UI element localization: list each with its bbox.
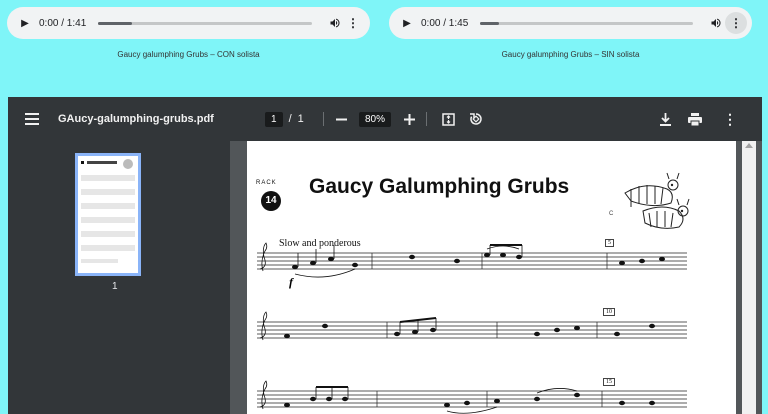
audio-player-con-solista[interactable]: ▶ 0:00 / 1:41 ⋮ (7, 7, 370, 39)
zoom-in-icon[interactable] (404, 97, 415, 141)
audio-progress-fill (480, 21, 500, 25)
more-vert-icon[interactable]: ⋮ (344, 16, 362, 30)
audio-caption-sin-solista: Gaucy galumphing Grubs – SIN solista (501, 50, 640, 59)
volume-icon[interactable] (326, 17, 344, 29)
thumbnail-sidebar: 1 (8, 141, 230, 414)
audio-progress-track[interactable] (98, 21, 312, 25)
page-separator: / (288, 113, 292, 125)
zoom-out-icon[interactable] (336, 97, 347, 141)
pdf-toolbar: GAucy-galumphing-grubs.pdf 1 / 1 80% ⋮ (8, 97, 762, 141)
page-number-input[interactable]: 1 (265, 111, 283, 127)
music-staves (257, 242, 687, 414)
download-icon[interactable] (660, 97, 671, 141)
more-vert-icon[interactable]: ⋮ (725, 12, 747, 34)
toolbar-divider (426, 112, 427, 126)
audio-time: 0:00 / 1:45 (421, 17, 469, 29)
print-icon[interactable] (688, 97, 702, 141)
audio-progress-track[interactable] (480, 21, 693, 25)
more-vert-icon[interactable]: ⋮ (723, 97, 737, 141)
menu-icon[interactable] (25, 97, 39, 141)
audio-time: 0:00 / 1:41 (39, 17, 87, 29)
pdf-viewer: GAucy-galumphing-grubs.pdf 1 / 1 80% ⋮ 1… (8, 97, 762, 414)
scroll-up-arrow-icon[interactable] (745, 143, 753, 148)
pdf-page: RACK 14 Gaucy Galumphing Grubs C Slow an… (247, 141, 736, 414)
pdf-filename: GAucy-galumphing-grubs.pdf (58, 113, 214, 125)
audio-player-sin-solista[interactable]: ▶ 0:00 / 1:45 ⋮ (389, 7, 752, 39)
play-icon[interactable]: ▶ (395, 18, 419, 29)
audio-progress-fill (98, 21, 133, 25)
vertical-scrollbar[interactable] (742, 141, 756, 414)
audio-caption-con-solista: Gaucy galumphing Grubs – CON solista (117, 50, 260, 59)
toolbar-divider (323, 112, 324, 126)
volume-icon[interactable] (707, 17, 725, 29)
thumbnail-page-number: 1 (112, 281, 118, 292)
fit-page-icon[interactable] (442, 97, 455, 141)
page-thumbnail[interactable] (75, 153, 141, 276)
rotate-icon[interactable] (469, 97, 483, 141)
total-pages: 1 (297, 113, 304, 125)
play-icon[interactable]: ▶ (13, 18, 37, 29)
zoom-level-input[interactable]: 80% (359, 111, 392, 127)
